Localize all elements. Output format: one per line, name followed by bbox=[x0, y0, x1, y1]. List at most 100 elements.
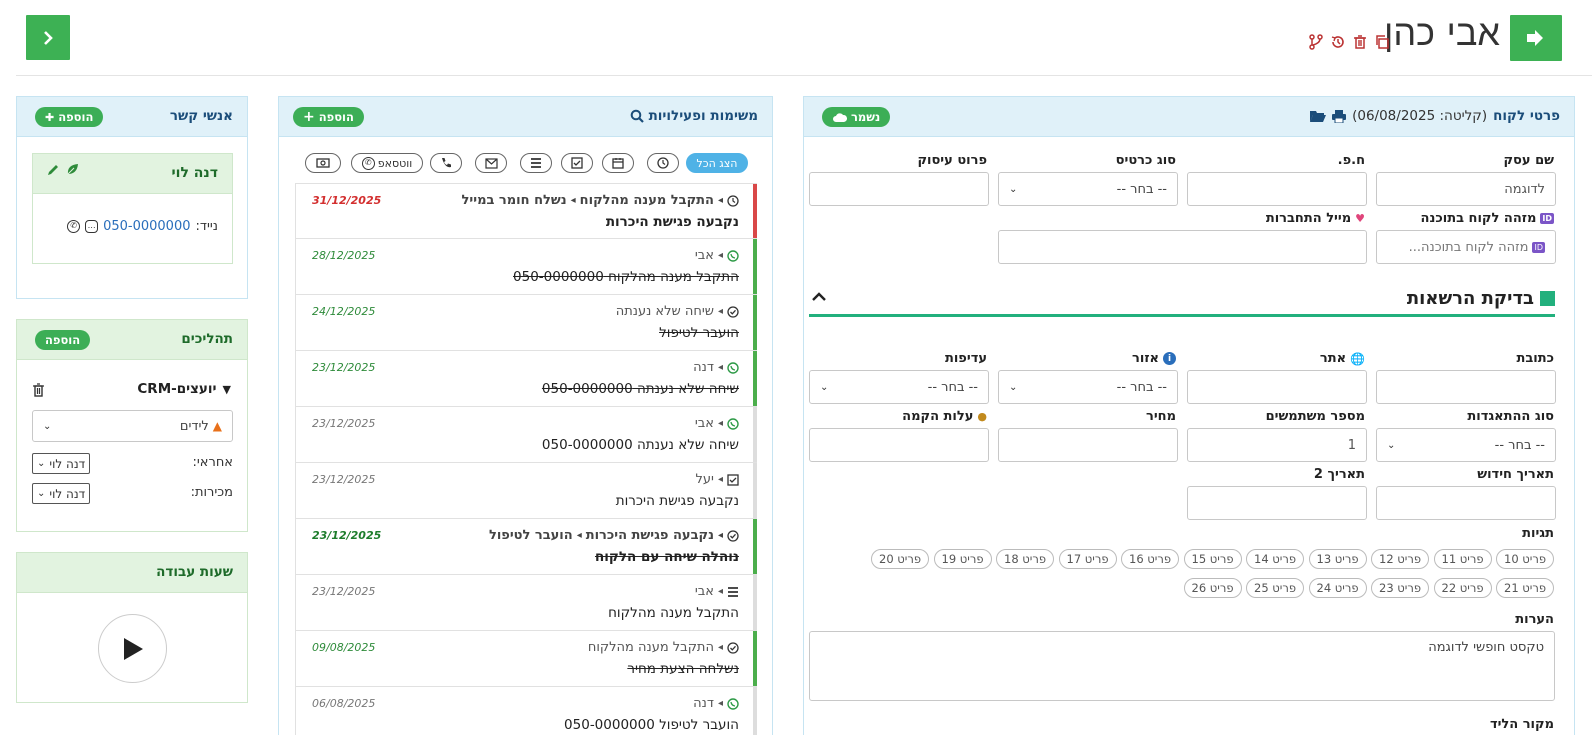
chat-icon[interactable]: … bbox=[85, 220, 99, 233]
activity-status-bar bbox=[753, 184, 757, 238]
card-type-select[interactable]: -- בחר -- ⌄ bbox=[998, 172, 1178, 206]
tag-chip[interactable]: פריט 18 bbox=[996, 549, 1054, 569]
activity-item[interactable]: ◂ יעל נקבעה פגישת היכרות 23/12/2025 bbox=[295, 463, 757, 519]
company-id-input[interactable] bbox=[1187, 172, 1367, 206]
search-icon[interactable] bbox=[630, 109, 644, 123]
history-icon[interactable] bbox=[1330, 34, 1346, 50]
customer-panel-header: פרטי לקוח (קליטה: 06/08/2025) נשמר bbox=[804, 97, 1574, 137]
tag-chip[interactable]: פריט 20 bbox=[871, 549, 929, 569]
corp-type-select[interactable]: -- בחר -- ⌄ bbox=[1376, 428, 1556, 462]
tag-chip[interactable]: פריט 21 bbox=[1496, 578, 1554, 598]
filter-email[interactable] bbox=[475, 153, 507, 173]
renew-date-input[interactable] bbox=[1376, 486, 1556, 520]
priorities-select[interactable]: -- בחר -- ⌄ bbox=[809, 370, 989, 404]
region-select[interactable]: -- בחר -- ⌄ bbox=[998, 370, 1178, 404]
filter-clock[interactable] bbox=[647, 153, 679, 173]
activity-status-bar bbox=[753, 239, 757, 294]
owner-select[interactable]: דנה לוי ⌄ bbox=[32, 453, 91, 474]
connect-mail-input[interactable] bbox=[998, 230, 1367, 264]
activity-header: ◂ שיחה שלא נענתה bbox=[616, 304, 739, 319]
label-connect-mail: ♥ מייל התחברות bbox=[1265, 211, 1365, 226]
leaf-icon[interactable] bbox=[66, 163, 79, 176]
filter-phone[interactable] bbox=[430, 153, 462, 173]
play-timer-button[interactable] bbox=[98, 614, 167, 683]
folder-open-icon[interactable] bbox=[1310, 110, 1327, 123]
pencil-icon[interactable] bbox=[47, 163, 60, 176]
tag-chip[interactable]: פריט 17 bbox=[1058, 549, 1117, 569]
activity-item[interactable]: ◂ התקבל מענה מהלקוח נשלחה הצעת מחיר 09/08/2… bbox=[295, 631, 757, 687]
users-count-input[interactable]: 1 bbox=[1187, 428, 1367, 462]
list-icon bbox=[727, 586, 739, 598]
tag-chip[interactable]: פריט 16 bbox=[1121, 549, 1179, 569]
label-date2: תאריך 2 bbox=[1313, 467, 1365, 482]
filter-whatsapp[interactable]: ✆ ווטסאפ bbox=[351, 153, 423, 173]
tag-chip[interactable]: פריט 23 bbox=[1371, 578, 1429, 598]
add-process-button[interactable]: הוספה bbox=[35, 330, 91, 350]
filter-money[interactable] bbox=[305, 153, 341, 173]
whatsapp-icon[interactable]: ✆ bbox=[67, 220, 81, 233]
setup-cost-input[interactable] bbox=[809, 428, 989, 462]
caret-left-icon: ◂ bbox=[570, 195, 576, 206]
activity-item[interactable]: ◂ שיחה שלא נענתה הועבר לטיפול 24/12/2025 bbox=[295, 295, 757, 351]
back-button[interactable] bbox=[26, 15, 70, 60]
whatsapp-icon bbox=[727, 249, 739, 262]
filter-list[interactable] bbox=[520, 153, 552, 173]
notes-textarea[interactable]: טקסט חופשי לדוגמה bbox=[809, 631, 1555, 701]
activity-item[interactable]: ◂ דנה הועבר לטיפול 050-0000000 06/08/2025 bbox=[295, 687, 757, 735]
add-task-button[interactable]: + הוספה bbox=[293, 107, 364, 127]
activity-item[interactable]: ◂ נקבעה פגישת היכרות ◂ הועבר לטיפול נוהלה שי… bbox=[295, 519, 757, 575]
permissions-section-header[interactable]: בדיקת הרשאות bbox=[809, 287, 1555, 317]
label-company-id: ח.פ. bbox=[1337, 153, 1365, 168]
activity-item[interactable]: ◂ אבי שיחה שלא נענתה 050-0000000 23/12/2025 bbox=[295, 407, 757, 463]
date2-input[interactable] bbox=[1187, 486, 1367, 520]
tag-chip[interactable]: פריט 10 bbox=[1496, 549, 1554, 569]
sales-label: מכירות: bbox=[190, 485, 233, 500]
activity-item[interactable]: ◂ אבי התקבל מענה מהלקוח 23/12/2025 bbox=[295, 575, 757, 631]
label-occupation: פרוט עיסוק bbox=[917, 153, 987, 168]
tag-chip[interactable]: פריט 26 bbox=[1183, 578, 1242, 598]
software-id-input[interactable]: ID מזהה לקוח בתוכנה... bbox=[1376, 230, 1556, 264]
address-input[interactable] bbox=[1376, 370, 1556, 404]
clock-icon bbox=[727, 194, 739, 207]
filter-calendar[interactable] bbox=[602, 153, 634, 173]
info-icon[interactable]: i bbox=[1163, 352, 1176, 365]
trash-icon[interactable] bbox=[32, 383, 45, 397]
add-contact-button[interactable]: ✚ הוספה bbox=[35, 107, 104, 127]
copy-icon[interactable] bbox=[1374, 34, 1390, 50]
tag-chip[interactable]: פריט 12 bbox=[1371, 549, 1429, 569]
trash-icon[interactable] bbox=[1352, 34, 1368, 50]
tag-chip[interactable]: פריט 11 bbox=[1433, 549, 1492, 569]
branch-icon[interactable] bbox=[1308, 34, 1324, 50]
activity-status-bar bbox=[753, 407, 757, 462]
activity-header: ◂ אבי bbox=[695, 248, 739, 263]
tag-chip[interactable]: פריט 13 bbox=[1308, 549, 1367, 569]
activity-title: דנה bbox=[693, 360, 714, 375]
pipeline-title[interactable]: CRM-יועצים ▼ bbox=[137, 381, 231, 397]
activity-date: 24/12/2025 bbox=[312, 305, 376, 318]
filter-show-all[interactable]: הצג הכל bbox=[686, 153, 748, 173]
price-input[interactable] bbox=[998, 428, 1178, 462]
website-input[interactable] bbox=[1187, 370, 1367, 404]
tag-chip[interactable]: פריט 15 bbox=[1183, 549, 1242, 569]
activity-item[interactable]: ◂ התקבל מענה מהלקוח ◂ נשלח חומר במייל נקבעה … bbox=[295, 183, 757, 239]
activity-item[interactable]: ◂ אבי התקבל מענה מהלקוח 050-0000000 28/12/2… bbox=[295, 239, 757, 295]
tag-chip[interactable]: פריט 22 bbox=[1433, 578, 1492, 598]
tag-chip[interactable]: פריט 24 bbox=[1308, 578, 1367, 598]
chevron-up-icon[interactable] bbox=[811, 291, 827, 303]
sales-select[interactable]: דנה לוי ⌄ bbox=[32, 483, 91, 504]
activity-item[interactable]: ◂ דנה שיחה שלא נענתה 050-0000000 23/12/2025 bbox=[295, 351, 757, 407]
tag-chip[interactable]: פריט 14 bbox=[1246, 549, 1304, 569]
occupation-input[interactable] bbox=[809, 172, 989, 206]
filter-checkbox[interactable] bbox=[561, 153, 593, 173]
pipeline-stage-select[interactable]: ▲ לידים ⌄ bbox=[32, 410, 233, 442]
tag-chip[interactable]: פריט 25 bbox=[1246, 578, 1304, 598]
activity-status-bar bbox=[753, 463, 757, 518]
contact-mobile-link[interactable]: 050-0000000 bbox=[103, 219, 190, 234]
business-name-input[interactable]: לדוגמה bbox=[1376, 172, 1556, 206]
activity-date: 23/12/2025 bbox=[312, 585, 376, 598]
logout-button[interactable] bbox=[1510, 15, 1562, 61]
tag-chip[interactable]: פריט 19 bbox=[933, 549, 992, 569]
stage-value: ▲ לידים bbox=[179, 418, 222, 434]
contact-mobile-row: נייד: 050-0000000 … ✆ bbox=[67, 219, 218, 234]
print-icon[interactable] bbox=[1332, 109, 1347, 123]
